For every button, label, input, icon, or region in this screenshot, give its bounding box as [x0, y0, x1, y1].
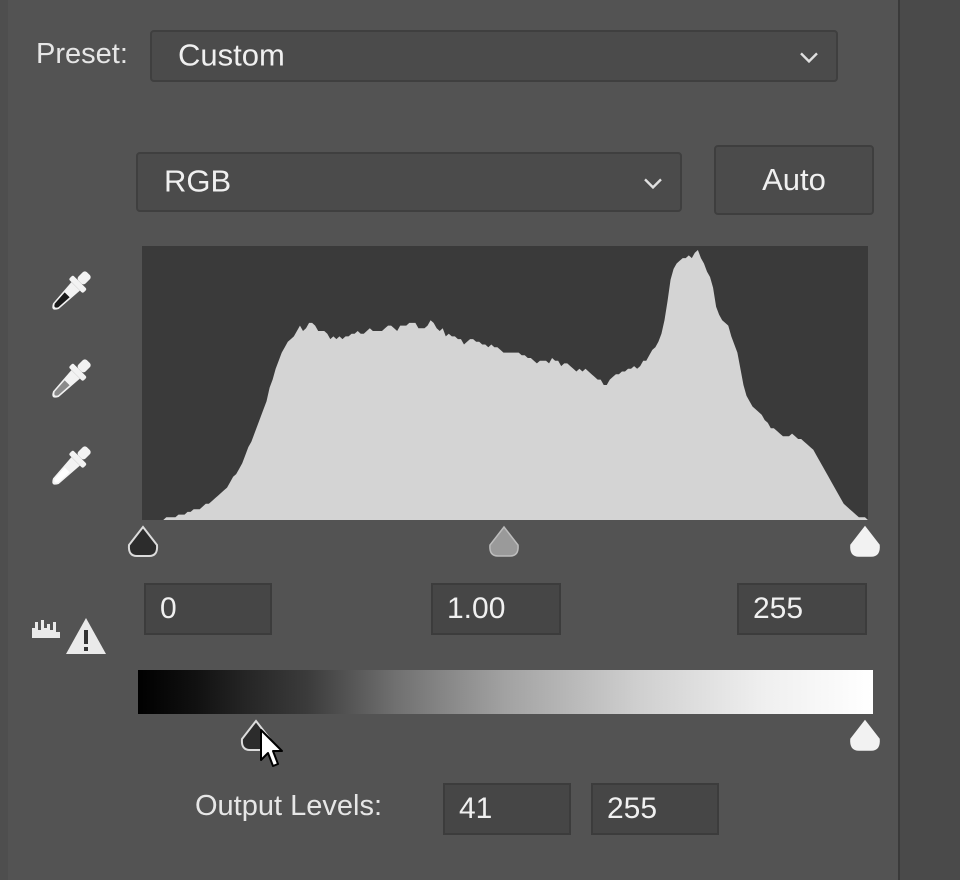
output-levels-label: Output Levels:: [195, 790, 382, 822]
black-point-eyedropper-icon[interactable]: [40, 262, 100, 322]
preset-value: Custom: [178, 37, 285, 73]
output-white-field[interactable]: 255: [591, 783, 719, 835]
input-black-slider[interactable]: [123, 524, 163, 560]
output-black-field[interactable]: 41: [443, 783, 571, 835]
chevron-down-icon: [800, 52, 818, 64]
histogram: [142, 246, 868, 520]
levels-panel: Preset: Custom RGB Auto 0 1.00 255 Outpu…: [0, 0, 960, 880]
input-gamma-slider[interactable]: [484, 524, 524, 560]
preset-label: Preset:: [36, 38, 128, 70]
clipping-warning-icon[interactable]: [28, 610, 108, 658]
input-gamma-field[interactable]: 1.00: [431, 583, 561, 635]
output-white-slider[interactable]: [845, 718, 885, 754]
histogram-area: [142, 250, 868, 520]
panel-edge: [0, 0, 8, 880]
preset-dropdown[interactable]: Custom: [150, 30, 838, 82]
input-black-field[interactable]: 0: [144, 583, 272, 635]
histogram-graph: [142, 250, 868, 520]
gray-point-eyedropper-icon[interactable]: [40, 350, 100, 410]
chevron-down-icon: [644, 178, 662, 190]
mouse-cursor-icon: [260, 729, 283, 767]
channel-dropdown[interactable]: RGB: [136, 152, 682, 212]
input-white-slider[interactable]: [845, 524, 885, 560]
panel-scroll-strip: [898, 0, 960, 880]
output-gradient-bar: [138, 670, 873, 714]
channel-value: RGB: [164, 163, 232, 199]
input-white-field[interactable]: 255: [737, 583, 867, 635]
white-point-eyedropper-icon[interactable]: [40, 437, 100, 497]
auto-button[interactable]: Auto: [714, 145, 874, 215]
